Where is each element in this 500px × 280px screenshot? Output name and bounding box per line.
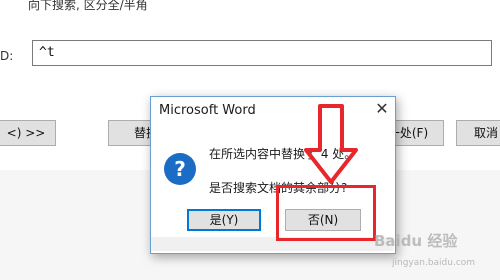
- watermark-url: jingyan.baidu.com: [392, 258, 476, 268]
- more-button[interactable]: <) >>: [0, 120, 56, 146]
- cancel-button[interactable]: 取消: [456, 120, 500, 146]
- close-icon[interactable]: ✕: [373, 100, 391, 118]
- search-options-text: 向下搜索, 区分全/半角: [28, 0, 148, 12]
- question-icon: ?: [164, 153, 196, 185]
- dialog-title: Microsoft Word: [159, 103, 256, 118]
- yes-button[interactable]: 是(Y): [187, 209, 261, 231]
- annotation-arrow-down-icon: [304, 104, 358, 184]
- watermark-logo: Baidu 经验: [374, 232, 458, 250]
- find-what-input[interactable]: ^t: [32, 40, 492, 66]
- find-what-label: D:: [0, 49, 14, 63]
- annotation-highlight-box: [276, 185, 376, 241]
